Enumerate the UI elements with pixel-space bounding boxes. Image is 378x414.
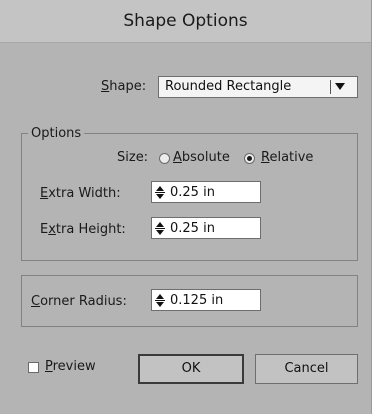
dialog-title: Shape Options (123, 11, 248, 31)
preview-checkbox[interactable] (28, 362, 39, 373)
shape-label: Shape: (101, 79, 147, 94)
select-divider (330, 80, 331, 94)
extra-height-label: Extra Height: (40, 222, 126, 237)
shape-select[interactable]: Rounded Rectangle (158, 76, 358, 98)
spinner-arrows-icon[interactable] (155, 293, 165, 308)
ok-button[interactable]: OK (138, 354, 244, 384)
size-relative-radio[interactable] (244, 153, 255, 164)
corner-radius-value: 0.125 in (170, 293, 224, 308)
shape-options-dialog: Shape Options Shape: Rounded Rectangle O… (0, 0, 372, 414)
chevron-down-icon[interactable] (335, 83, 345, 90)
size-relative-label[interactable]: Relative (261, 150, 313, 166)
preview-label[interactable]: Preview (45, 359, 96, 375)
size-absolute-label[interactable]: Absolute (173, 150, 230, 166)
extra-height-field[interactable]: 0.25 in (151, 217, 261, 239)
extra-width-value: 0.25 in (170, 185, 215, 200)
extra-width-label: Extra Width: (40, 186, 121, 201)
corner-radius-label: Corner Radius: (31, 294, 127, 309)
size-label: Size: (117, 150, 149, 165)
options-group-legend: Options (28, 126, 85, 142)
shape-select-value: Rounded Rectangle (165, 79, 292, 94)
corner-radius-field[interactable]: 0.125 in (151, 289, 261, 311)
extra-height-value: 0.25 in (170, 221, 215, 236)
size-absolute-radio[interactable] (159, 153, 170, 164)
radio-selected-dot (247, 156, 252, 161)
dialog-titlebar[interactable]: Shape Options (0, 0, 371, 43)
extra-width-field[interactable]: 0.25 in (151, 181, 261, 203)
spinner-arrows-icon[interactable] (155, 221, 165, 236)
cancel-button[interactable]: Cancel (255, 354, 358, 384)
spinner-arrows-icon[interactable] (155, 185, 165, 200)
